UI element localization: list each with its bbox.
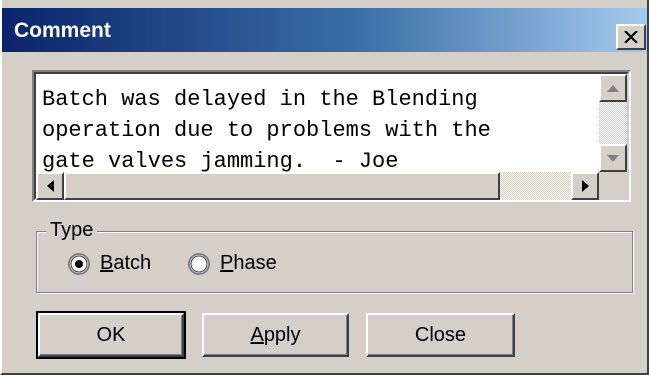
comment-line: operation due to problems with the bbox=[42, 118, 491, 143]
ok-button[interactable]: OK bbox=[36, 311, 186, 359]
scroll-right-button[interactable] bbox=[571, 172, 599, 200]
close-button-label: Close bbox=[414, 323, 467, 346]
scroll-left-button[interactable] bbox=[36, 172, 64, 200]
ok-button-label: OK bbox=[96, 323, 126, 346]
scroll-down-button[interactable] bbox=[599, 144, 627, 172]
window-title: Comment bbox=[14, 19, 111, 42]
vertical-scrollbar[interactable] bbox=[599, 74, 627, 172]
type-group-label: Type bbox=[46, 219, 98, 242]
close-button[interactable]: Close bbox=[366, 313, 515, 357]
horizontal-scrollbar[interactable] bbox=[36, 172, 599, 200]
scroll-up-button[interactable] bbox=[599, 74, 627, 102]
title-bar[interactable]: Comment bbox=[2, 8, 647, 52]
close-window-button[interactable] bbox=[616, 24, 646, 50]
comment-line: Batch was delayed in the Blending bbox=[42, 87, 478, 112]
radio-batch-label: Batch bbox=[100, 252, 152, 274]
radio-batch[interactable]: Batch bbox=[68, 252, 151, 275]
comment-dialog: Comment Batch was delayed in the Blendin… bbox=[0, 0, 649, 375]
comment-text[interactable]: Batch was delayed in the Blending operati… bbox=[42, 84, 597, 177]
apply-button[interactable]: Apply bbox=[202, 313, 349, 357]
apply-button-label: Apply bbox=[250, 323, 301, 346]
close-icon bbox=[624, 31, 638, 43]
radio-phase-label: Phase bbox=[220, 252, 277, 274]
arrow-down-icon bbox=[607, 154, 619, 162]
comment-textarea[interactable]: Batch was delayed in the Blending operati… bbox=[32, 70, 631, 202]
radio-selected-icon bbox=[68, 252, 90, 275]
radio-unselected-icon bbox=[188, 252, 210, 275]
scrollbar-corner bbox=[599, 172, 627, 200]
horizontal-scroll-thumb[interactable] bbox=[64, 172, 500, 200]
arrow-left-icon bbox=[46, 180, 54, 192]
radio-phase[interactable]: Phase bbox=[188, 252, 277, 275]
arrow-up-icon bbox=[607, 84, 619, 92]
arrow-right-icon bbox=[581, 180, 589, 192]
